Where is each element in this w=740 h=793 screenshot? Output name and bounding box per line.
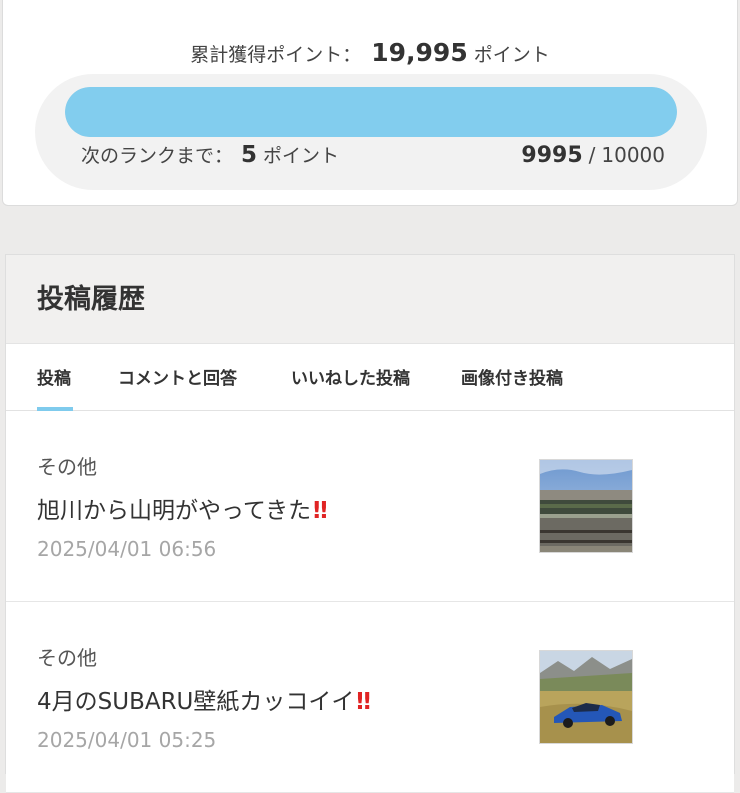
- next-rank-label: 次のランクまで：: [81, 145, 234, 167]
- page-title: 投稿履歴: [37, 284, 145, 315]
- post-title-text: 旭川から山明がやってきた: [37, 498, 312, 524]
- rank-progress-fill: [65, 87, 677, 137]
- next-rank-unit: ポイント: [263, 145, 340, 167]
- post-title[interactable]: 4月のSUBARU壁紙カッコイイ‼: [37, 682, 371, 716]
- total-points: 累計獲得ポイント： 19,995 ポイント: [3, 31, 737, 77]
- progress-current: 9995: [521, 143, 583, 168]
- post-date: 2025/04/01 05:25: [37, 728, 217, 752]
- next-rank-value: 5: [241, 142, 258, 168]
- total-points-unit: ポイント: [473, 44, 550, 66]
- post-date: 2025/04/01 06:56: [37, 537, 217, 561]
- progress-count: 9995/10000: [521, 138, 665, 173]
- tab-image-posts[interactable]: 画像付き投稿: [461, 364, 563, 389]
- tab-liked-posts[interactable]: いいねした投稿: [291, 364, 410, 389]
- next-rank: 次のランクまで： 5 ポイント: [81, 138, 339, 173]
- progress-max: 10000: [601, 143, 665, 167]
- train-photo-image: [540, 460, 632, 552]
- double-exclamation-icon: ‼: [313, 498, 328, 524]
- history-tabs: 投稿 コメントと回答 いいねした投稿 画像付き投稿: [6, 344, 734, 411]
- tab-comments-answers[interactable]: コメントと回答: [118, 364, 237, 389]
- post-history-header: 投稿履歴: [6, 255, 734, 344]
- total-points-value: 19,995: [371, 38, 468, 67]
- double-exclamation-icon: ‼: [356, 689, 371, 715]
- progress-separator: /: [588, 143, 596, 167]
- post-thumbnail-car-photo[interactable]: [539, 650, 633, 744]
- post-title-text: 4月のSUBARU壁紙カッコイイ: [37, 689, 355, 715]
- post-category: その他: [37, 646, 97, 670]
- post-thumbnail-train-photo[interactable]: [539, 459, 633, 553]
- points-card: 累計獲得ポイント： 19,995 ポイント 次のランクまで： 5 ポイント 9995/1…: [2, 0, 738, 206]
- post-category: その他: [37, 455, 97, 479]
- post-list-item[interactable]: その他 4月のSUBARU壁紙カッコイイ‼ 2025/04/01 05:25: [6, 602, 734, 793]
- post-title[interactable]: 旭川から山明がやってきた‼: [37, 491, 328, 525]
- post-history-card: 投稿履歴 投稿 コメントと回答 いいねした投稿 画像付き投稿 その他 旭川から山…: [5, 254, 735, 793]
- car-photo-image: [540, 651, 632, 743]
- rank-progress-panel: 次のランクまで： 5 ポイント 9995/10000: [35, 74, 707, 190]
- rank-progress-bar: [65, 87, 677, 137]
- tab-posts[interactable]: 投稿: [37, 364, 71, 389]
- post-list-item[interactable]: その他 旭川から山明がやってきた‼ 2025/04/01 06:56: [6, 411, 734, 602]
- total-points-label: 累計獲得ポイント：: [190, 44, 362, 66]
